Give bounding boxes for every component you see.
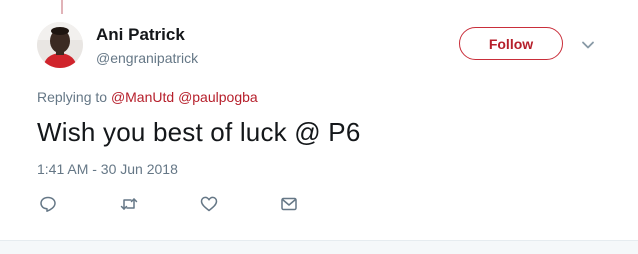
reply-icon [40,196,56,212]
mention-link-manutd[interactable]: @ManUtd [111,89,174,105]
footer-divider [0,240,638,254]
chevron-down-icon [582,41,594,49]
user-avatar-icon [37,22,83,68]
tweet-text: Wish you best of luck @ P6 [37,117,361,147]
like-button[interactable] [199,194,219,214]
retweet-button[interactable] [119,194,139,214]
more-options-button[interactable] [580,37,596,53]
direct-message-button[interactable] [279,194,299,214]
author-name[interactable]: Ani Patrick [96,25,185,45]
reply-context: Replying to @ManUtd @paulpogba [37,89,258,105]
author-handle[interactable]: @engranipatrick [96,50,198,66]
mention-link-paulpogba[interactable]: @paulpogba [178,89,258,105]
avatar[interactable] [37,22,83,68]
envelope-icon [281,197,297,211]
reply-button[interactable] [38,194,58,214]
reply-context-prefix: Replying to [37,89,108,105]
tweet-timestamp[interactable]: 1:41 AM - 30 Jun 2018 [37,161,178,177]
retweet-icon [120,198,138,210]
tweet-actions [0,194,638,214]
thread-connector-line [61,0,63,14]
heart-icon [200,196,218,212]
follow-button[interactable]: Follow [459,27,563,60]
